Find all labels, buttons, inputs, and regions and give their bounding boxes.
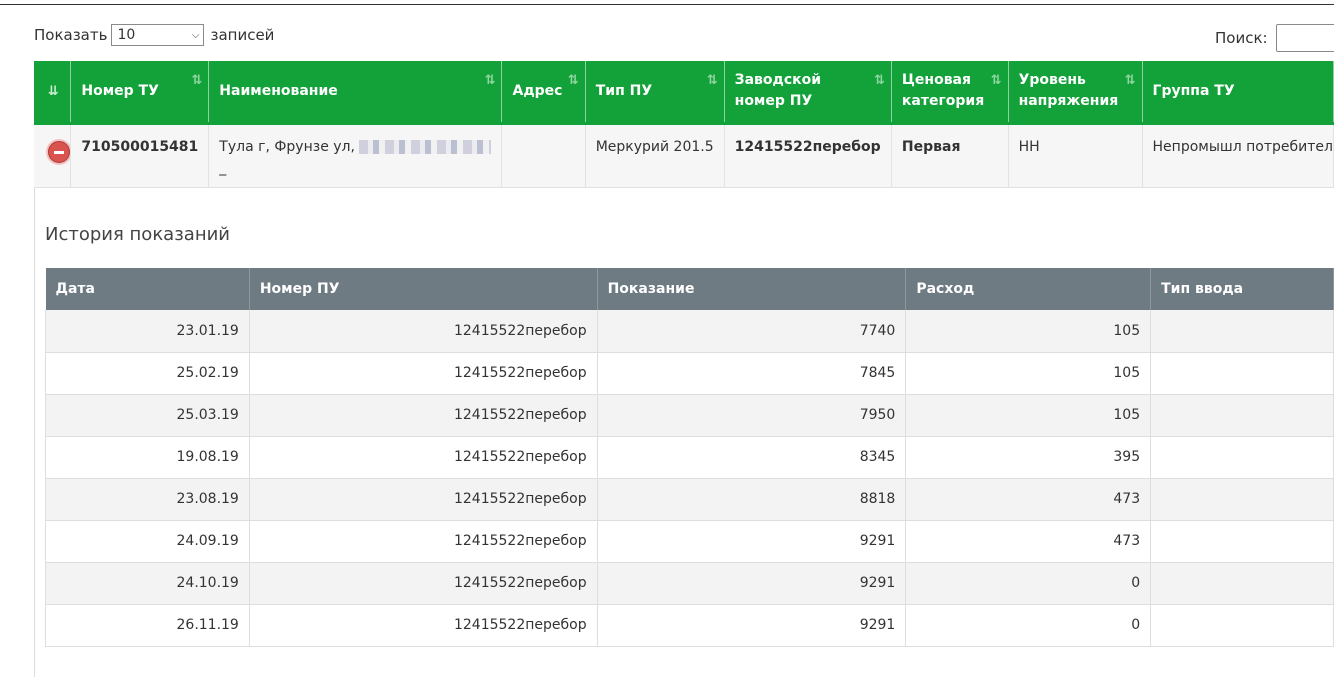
search-input[interactable]	[1275, 24, 1334, 52]
history-table: Дата Номер ПУ Показание Расход Тип ввода…	[45, 268, 1334, 647]
cell-usage: 473	[905, 520, 1152, 563]
redacted-block	[359, 139, 492, 154]
consumption-points-table: ⇊ Номер ТУ ⇅ Наименование ⇅ Адрес ⇅ Тип ПУ ⇅…	[34, 61, 1334, 188]
history-header-input-type: Тип ввода	[1150, 268, 1334, 310]
cell-meter: 12415522перебор	[249, 478, 598, 521]
table-row: 23.08.19 12415522перебор 8818 473	[45, 478, 1334, 521]
cell-date: 23.01.19	[45, 310, 250, 353]
cell-reading: 7740	[597, 310, 907, 353]
cell-group: Непромышл потребител	[1142, 121, 1334, 188]
cell-meter: 12415522перебор	[249, 352, 598, 395]
table-row: 25.03.19 12415522перебор 7950 105	[45, 394, 1334, 437]
sort-icon: ⇅	[484, 73, 496, 88]
sort-icon: ⇅	[706, 73, 718, 88]
sort-icon: ⇅	[567, 73, 579, 88]
cell-serial: 12415522перебор	[724, 121, 892, 188]
cell-meter: 12415522перебор	[249, 310, 598, 353]
cell-date: 23.08.19	[45, 478, 250, 521]
cell-input-type	[1150, 436, 1334, 479]
table-row: 24.09.19 12415522перебор 9291 473	[45, 520, 1334, 563]
history-header-meter: Номер ПУ	[249, 268, 598, 310]
table-row[interactable]: 710500015481 Тула г, Фрунзе ул, _ Меркур…	[34, 121, 1334, 188]
cell-meter: 12415522перебор	[249, 436, 598, 479]
table-header-row: ⇊ Номер ТУ ⇅ Наименование ⇅ Адрес ⇅ Тип ПУ ⇅…	[34, 61, 1334, 123]
sort-icon: ⇅	[191, 73, 202, 88]
history-header-row: Дата Номер ПУ Показание Расход Тип ввода	[45, 268, 1334, 310]
cell-meter-type: Меркурий 201.5	[585, 121, 725, 188]
top-divider	[0, 4, 1334, 5]
history-header-reading: Показание	[597, 268, 907, 310]
cell-input-type	[1150, 604, 1334, 647]
cell-usage: 105	[905, 310, 1152, 353]
left-divider	[34, 188, 35, 677]
cell-date: 19.08.19	[45, 436, 250, 479]
history-title: История показаний	[45, 224, 230, 245]
history-header-usage: Расход	[905, 268, 1152, 310]
cell-reading: 9291	[597, 520, 907, 563]
cell-date: 24.10.19	[45, 562, 250, 605]
cell-price-category: Первая	[891, 121, 1009, 188]
length-suffix: записей	[210, 26, 275, 44]
cell-reading: 7845	[597, 352, 907, 395]
cell-input-type	[1150, 310, 1334, 353]
cell-input-type	[1150, 394, 1334, 437]
remove-icon[interactable]	[48, 140, 70, 163]
cell-meter: 12415522перебор	[249, 394, 598, 437]
cell-reading: 9291	[597, 562, 907, 605]
column-header-group[interactable]: Группа ТУ	[1142, 61, 1334, 123]
sort-icon: ⇅	[990, 73, 1002, 88]
cell-input-type	[1150, 478, 1334, 521]
cell-reading: 7950	[597, 394, 907, 437]
cell-date: 25.02.19	[45, 352, 250, 395]
length-prefix: Показать	[34, 26, 108, 44]
cell-input-type	[1150, 520, 1334, 563]
cell-input-type	[1150, 562, 1334, 605]
column-header-meter-type[interactable]: Тип ПУ ⇅	[585, 61, 725, 123]
column-header-number[interactable]: Номер ТУ ⇅	[70, 61, 210, 123]
cell-reading: 9291	[597, 604, 907, 647]
table-row: 26.11.19 12415522перебор 9291 0	[45, 604, 1334, 647]
cell-voltage: НН	[1008, 121, 1143, 188]
cell-meter: 12415522перебор	[249, 562, 598, 605]
cell-usage: 395	[905, 436, 1152, 479]
search-label: Поиск:	[1215, 29, 1268, 47]
cell-reading: 8345	[597, 436, 907, 479]
cell-date: 25.03.19	[45, 394, 250, 437]
column-header-control[interactable]: ⇊	[34, 61, 72, 123]
cell-date: 26.11.19	[45, 604, 250, 647]
table-row: 23.01.19 12415522перебор 7740 105	[45, 310, 1334, 353]
history-header-date: Дата	[45, 268, 250, 310]
chevron-down-icon: ⌵	[191, 29, 200, 41]
cell-number: 710500015481	[70, 121, 210, 188]
table-row: 25.02.19 12415522перебор 7845 105	[45, 352, 1334, 395]
column-header-price-category[interactable]: Ценовая категория ⇅	[891, 61, 1009, 123]
cell-usage: 0	[905, 562, 1152, 605]
page-length-select[interactable]: 10 ⌵	[111, 24, 205, 46]
cell-input-type	[1150, 352, 1334, 395]
cell-reading: 8818	[597, 478, 907, 521]
column-header-address[interactable]: Адрес ⇅	[501, 61, 586, 123]
cell-usage: 105	[905, 394, 1152, 437]
sort-icon: ⇅	[874, 73, 885, 88]
column-header-serial[interactable]: Заводской номер ПУ ⇅	[724, 61, 892, 123]
cell-usage: 473	[905, 478, 1152, 521]
row-control-cell[interactable]	[34, 121, 72, 188]
sort-icon: ⇅	[1124, 73, 1136, 88]
search-control: Поиск:	[1215, 24, 1334, 52]
page-length-control: Показать 10 ⌵ записей	[34, 24, 274, 46]
table-row: 24.10.19 12415522перебор 9291 0	[45, 562, 1334, 605]
cell-name: Тула г, Фрунзе ул, _	[208, 121, 503, 188]
cell-usage: 105	[905, 352, 1152, 395]
cell-meter: 12415522перебор	[249, 520, 598, 563]
cell-usage: 0	[905, 604, 1152, 647]
column-header-name[interactable]: Наименование ⇅	[208, 61, 503, 123]
column-header-voltage[interactable]: Уровень напряжения ⇅	[1008, 61, 1143, 123]
table-row: 19.08.19 12415522перебор 8345 395	[45, 436, 1334, 479]
cell-date: 24.09.19	[45, 520, 250, 563]
cell-meter: 12415522перебор	[249, 604, 598, 647]
page-length-value: 10	[117, 27, 136, 43]
sort-icon: ⇊	[47, 83, 59, 99]
cell-address	[501, 121, 586, 188]
